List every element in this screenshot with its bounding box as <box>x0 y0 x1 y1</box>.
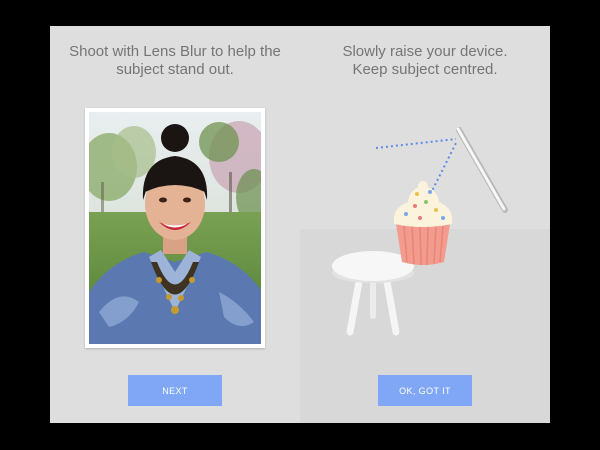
lens-blur-tutorial-screen: Shoot with Lens Blur to help the subject… <box>50 26 550 423</box>
ok-got-it-button[interactable]: OK, GOT IT <box>378 375 472 406</box>
tutorial-panel-lens-blur: Shoot with Lens Blur to help the subject… <box>50 26 300 423</box>
sample-photo <box>85 108 265 348</box>
motion-path-horizontal <box>375 138 457 149</box>
next-button[interactable]: NEXT <box>128 375 222 406</box>
instruction-lens-blur: Shoot with Lens Blur to help the subject… <box>69 43 281 78</box>
tutorial-panel-raise-device: Slowly raise your device. Keep subject c… <box>300 26 550 423</box>
portrait-illustration <box>89 112 261 344</box>
cupcake-icon <box>393 181 453 266</box>
stool-icon <box>332 251 414 336</box>
phone-icon <box>456 127 508 213</box>
raise-device-illustration <box>332 127 508 336</box>
